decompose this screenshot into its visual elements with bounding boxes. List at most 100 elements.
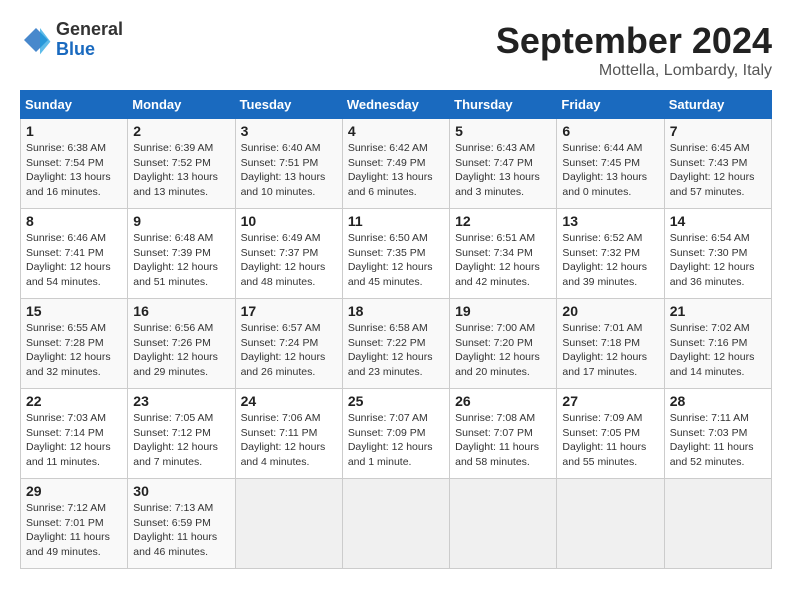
day-info: Sunrise: 6:49 AM Sunset: 7:37 PM Dayligh… (241, 231, 337, 290)
month-title: September 2024 (496, 20, 772, 62)
day-info: Sunrise: 6:42 AM Sunset: 7:49 PM Dayligh… (348, 141, 444, 200)
day-info: Sunrise: 6:56 AM Sunset: 7:26 PM Dayligh… (133, 321, 229, 380)
day-info: Sunrise: 7:12 AM Sunset: 7:01 PM Dayligh… (26, 501, 122, 560)
day-number: 10 (241, 213, 337, 229)
day-number: 12 (455, 213, 551, 229)
calendar-cell: 30Sunrise: 7:13 AM Sunset: 6:59 PM Dayli… (128, 479, 235, 569)
location-subtitle: Mottella, Lombardy, Italy (496, 62, 772, 80)
day-number: 15 (26, 303, 122, 319)
day-info: Sunrise: 7:11 AM Sunset: 7:03 PM Dayligh… (670, 411, 766, 470)
day-info: Sunrise: 7:05 AM Sunset: 7:12 PM Dayligh… (133, 411, 229, 470)
day-info: Sunrise: 6:46 AM Sunset: 7:41 PM Dayligh… (26, 231, 122, 290)
day-info: Sunrise: 6:38 AM Sunset: 7:54 PM Dayligh… (26, 141, 122, 200)
calendar-cell: 23 Sunrise: 7:05 AM Sunset: 7:12 PM Dayli… (128, 389, 235, 479)
day-number: 29 (26, 483, 122, 499)
day-number: 1 (26, 123, 122, 139)
week-row-5: 29 Sunrise: 7:12 AM Sunset: 7:01 PM Dayli… (21, 479, 772, 569)
logo-icon (20, 24, 52, 56)
day-info: Sunrise: 7:08 AM Sunset: 7:07 PM Dayligh… (455, 411, 551, 470)
day-number: 16 (133, 303, 229, 319)
day-info: Sunrise: 7:09 AM Sunset: 7:05 PM Dayligh… (562, 411, 658, 470)
day-info: Sunrise: 6:40 AM Sunset: 7:51 PM Dayligh… (241, 141, 337, 200)
title-area: September 2024 Mottella, Lombardy, Italy (496, 20, 772, 80)
calendar-cell: 4 Sunrise: 6:42 AM Sunset: 7:49 PM Daylig… (342, 119, 449, 209)
day-number: 18 (348, 303, 444, 319)
days-of-week-row: SundayMondayTuesdayWednesdayThursdayFrid… (21, 91, 772, 119)
calendar-cell: 13Sunrise: 6:52 AM Sunset: 7:32 PM Dayli… (557, 209, 664, 299)
calendar-cell: 27 Sunrise: 7:09 AM Sunset: 7:05 PM Dayli… (557, 389, 664, 479)
day-number: 27 (562, 393, 658, 409)
calendar-cell (342, 479, 449, 569)
calendar-cell: 2 Sunrise: 6:39 AM Sunset: 7:52 PM Daylig… (128, 119, 235, 209)
day-of-week-tuesday: Tuesday (235, 91, 342, 119)
calendar-body: 1 Sunrise: 6:38 AM Sunset: 7:54 PM Daylig… (21, 119, 772, 569)
day-info: Sunrise: 6:57 AM Sunset: 7:24 PM Dayligh… (241, 321, 337, 380)
calendar-cell: 18Sunrise: 6:58 AM Sunset: 7:22 PM Dayli… (342, 299, 449, 389)
day-number: 13 (562, 213, 658, 229)
calendar-cell: 9Sunrise: 6:48 AM Sunset: 7:39 PM Daylig… (128, 209, 235, 299)
calendar-cell (450, 479, 557, 569)
week-row-2: 8Sunrise: 6:46 AM Sunset: 7:41 PM Daylig… (21, 209, 772, 299)
logo-blue: Blue (56, 40, 123, 60)
calendar-table: SundayMondayTuesdayWednesdayThursdayFrid… (20, 90, 772, 569)
calendar-cell: 5Sunrise: 6:43 AM Sunset: 7:47 PM Daylig… (450, 119, 557, 209)
calendar-cell: 12Sunrise: 6:51 AM Sunset: 7:34 PM Dayli… (450, 209, 557, 299)
day-info: Sunrise: 6:44 AM Sunset: 7:45 PM Dayligh… (562, 141, 658, 200)
calendar-cell: 6 Sunrise: 6:44 AM Sunset: 7:45 PM Daylig… (557, 119, 664, 209)
day-info: Sunrise: 7:02 AM Sunset: 7:16 PM Dayligh… (670, 321, 766, 380)
day-number: 4 (348, 123, 444, 139)
day-number: 14 (670, 213, 766, 229)
day-number: 9 (133, 213, 229, 229)
day-number: 17 (241, 303, 337, 319)
calendar-header: SundayMondayTuesdayWednesdayThursdayFrid… (21, 91, 772, 119)
calendar-cell (557, 479, 664, 569)
week-row-4: 22 Sunrise: 7:03 AM Sunset: 7:14 PM Dayli… (21, 389, 772, 479)
day-number: 28 (670, 393, 766, 409)
day-number: 21 (670, 303, 766, 319)
calendar-cell: 21 Sunrise: 7:02 AM Sunset: 7:16 PM Dayli… (664, 299, 771, 389)
day-info: Sunrise: 6:55 AM Sunset: 7:28 PM Dayligh… (26, 321, 122, 380)
calendar-cell: 1 Sunrise: 6:38 AM Sunset: 7:54 PM Daylig… (21, 119, 128, 209)
calendar-cell: 7 Sunrise: 6:45 AM Sunset: 7:43 PM Daylig… (664, 119, 771, 209)
calendar-cell: 17 Sunrise: 6:57 AM Sunset: 7:24 PM Dayli… (235, 299, 342, 389)
day-number: 24 (241, 393, 337, 409)
day-info: Sunrise: 6:54 AM Sunset: 7:30 PM Dayligh… (670, 231, 766, 290)
calendar-cell: 29 Sunrise: 7:12 AM Sunset: 7:01 PM Dayli… (21, 479, 128, 569)
week-row-3: 15 Sunrise: 6:55 AM Sunset: 7:28 PM Dayli… (21, 299, 772, 389)
day-number: 30 (133, 483, 229, 499)
day-number: 2 (133, 123, 229, 139)
calendar-cell (664, 479, 771, 569)
day-number: 25 (348, 393, 444, 409)
day-info: Sunrise: 6:45 AM Sunset: 7:43 PM Dayligh… (670, 141, 766, 200)
day-number: 11 (348, 213, 444, 229)
day-number: 6 (562, 123, 658, 139)
calendar-cell: 11Sunrise: 6:50 AM Sunset: 7:35 PM Dayli… (342, 209, 449, 299)
calendar-cell: 3Sunrise: 6:40 AM Sunset: 7:51 PM Daylig… (235, 119, 342, 209)
day-number: 22 (26, 393, 122, 409)
day-number: 23 (133, 393, 229, 409)
calendar-cell: 25Sunrise: 7:07 AM Sunset: 7:09 PM Dayli… (342, 389, 449, 479)
calendar-cell: 19Sunrise: 7:00 AM Sunset: 7:20 PM Dayli… (450, 299, 557, 389)
day-info: Sunrise: 7:03 AM Sunset: 7:14 PM Dayligh… (26, 411, 122, 470)
day-info: Sunrise: 6:39 AM Sunset: 7:52 PM Dayligh… (133, 141, 229, 200)
calendar-cell: 22 Sunrise: 7:03 AM Sunset: 7:14 PM Dayli… (21, 389, 128, 479)
calendar-cell: 26 Sunrise: 7:08 AM Sunset: 7:07 PM Dayli… (450, 389, 557, 479)
calendar-cell: 16 Sunrise: 6:56 AM Sunset: 7:26 PM Dayli… (128, 299, 235, 389)
header: General Blue September 2024 Mottella, Lo… (20, 20, 772, 80)
calendar-cell: 28 Sunrise: 7:11 AM Sunset: 7:03 PM Dayli… (664, 389, 771, 479)
day-number: 19 (455, 303, 551, 319)
day-info: Sunrise: 7:01 AM Sunset: 7:18 PM Dayligh… (562, 321, 658, 380)
calendar-cell: 15 Sunrise: 6:55 AM Sunset: 7:28 PM Dayli… (21, 299, 128, 389)
calendar-cell: 10 Sunrise: 6:49 AM Sunset: 7:37 PM Dayli… (235, 209, 342, 299)
day-of-week-monday: Monday (128, 91, 235, 119)
logo: General Blue (20, 20, 123, 60)
day-of-week-thursday: Thursday (450, 91, 557, 119)
day-number: 5 (455, 123, 551, 139)
day-of-week-sunday: Sunday (21, 91, 128, 119)
logo-general: General (56, 20, 123, 40)
calendar-cell (235, 479, 342, 569)
day-number: 26 (455, 393, 551, 409)
day-number: 7 (670, 123, 766, 139)
calendar-cell: 14 Sunrise: 6:54 AM Sunset: 7:30 PM Dayli… (664, 209, 771, 299)
week-row-1: 1 Sunrise: 6:38 AM Sunset: 7:54 PM Daylig… (21, 119, 772, 209)
